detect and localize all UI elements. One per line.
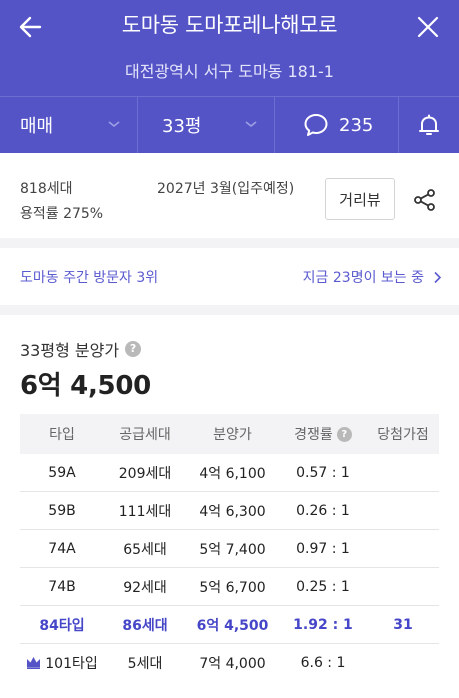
cell-competition: 0.57 : 1 [296, 464, 350, 481]
header-score: 당첨가점 [377, 427, 429, 443]
table-header: 타입 공급세대 분양가 경쟁률 ? 당첨가점 [20, 414, 439, 454]
table-row[interactable]: 74A 65세대 5억 7,400 0.97 : 1 [20, 530, 439, 568]
cell-supply: 111세대 [118, 503, 172, 520]
talk-button[interactable]: 235 [274, 97, 398, 153]
section-divider [0, 238, 459, 248]
cell-supply: 92세대 [123, 579, 167, 596]
cell-type: 74B [48, 578, 76, 595]
cell-type: 74A [48, 540, 76, 557]
visitor-rank-link[interactable]: 도마동 주간 방문자 3위 [20, 267, 158, 287]
chevron-down-icon [245, 121, 257, 128]
cell-competition: 0.25 : 1 [296, 578, 350, 595]
header-competition: 경쟁률 ? [279, 424, 367, 444]
header: 도마동 도마포레나해모로 대전광역시 서구 도마동 181-1 매매 33평 2… [0, 0, 459, 153]
talk-count: 235 [339, 114, 374, 136]
table-row[interactable]: 74B 92세대 5억 6,700 0.25 : 1 [20, 568, 439, 606]
cell-score: 31 [393, 616, 413, 633]
cell-supply: 86세대 [122, 617, 168, 634]
cell-price: 5억 6,700 [199, 579, 266, 596]
cell-type-with-crown: 101타입 [20, 653, 104, 673]
table-row[interactable]: 101타입 5세대 7억 4,000 6.6 : 1 [20, 644, 439, 682]
floor-area-ratio: 용적률 275% [20, 206, 104, 222]
cell-price: 7억 4,000 [199, 656, 266, 672]
complex-summary: 818세대 용적률 275% 2027년 3월(입주예정) 거리뷰 [0, 153, 459, 238]
table-row[interactable]: 59A 209세대 4억 6,100 0.57 : 1 [20, 454, 439, 492]
close-icon[interactable] [411, 10, 445, 44]
cell-supply: 65세대 [123, 541, 167, 558]
share-icon[interactable] [412, 187, 438, 213]
cell-type: 101타입 [45, 656, 98, 672]
cell-competition: 0.97 : 1 [296, 540, 350, 557]
distance-view-button[interactable]: 거리뷰 [325, 178, 395, 220]
move-in-date: 2027년 3월(입주예정) [157, 181, 295, 197]
cell-type: 84타입 [39, 617, 85, 634]
cell-price: 6억 4,500 [196, 617, 269, 634]
cell-competition: 0.26 : 1 [296, 502, 350, 519]
header-competition-label: 경쟁률 [294, 427, 333, 443]
deal-type-label: 매매 [20, 116, 54, 137]
speech-bubble-icon [304, 114, 328, 136]
cell-price: 4억 6,100 [199, 465, 266, 482]
address: 대전광역시 서구 도마동 181-1 [125, 62, 334, 81]
size-label: 33평 [162, 116, 202, 137]
section-divider [0, 305, 459, 315]
price-value: 6억 4,500 [20, 371, 151, 401]
cell-competition: 1.92 : 1 [293, 616, 353, 633]
help-icon[interactable]: ? [125, 341, 142, 357]
cell-type: 59B [48, 502, 76, 519]
header-price: 분양가 [213, 427, 252, 443]
notification-button[interactable] [398, 97, 459, 153]
chevron-right-icon [434, 271, 442, 283]
cell-price: 4억 6,300 [199, 503, 266, 520]
cell-price: 5억 7,400 [199, 541, 266, 558]
filter-bar: 매매 33평 235 [0, 97, 459, 153]
cell-supply: 209세대 [118, 465, 172, 482]
back-arrow-icon[interactable] [14, 10, 48, 44]
now-viewing-link[interactable]: 지금 23명이 보는 중 [303, 267, 442, 287]
cell-type: 59A [48, 464, 76, 481]
header-supply: 공급세대 [119, 427, 171, 443]
table-row[interactable]: 59B 111세대 4억 6,300 0.26 : 1 [20, 492, 439, 530]
price-label-text: 33평형 분양가 [20, 341, 120, 360]
cell-supply: 5세대 [127, 656, 163, 672]
cell-competition: 6.6 : 1 [300, 655, 346, 671]
page-title: 도마동 도마포레나해모로 [121, 13, 338, 37]
chevron-down-icon [108, 121, 120, 128]
crown-icon [27, 657, 41, 669]
households-count: 818세대 [20, 181, 73, 197]
supply-table: 타입 공급세대 분양가 경쟁률 ? 당첨가점 59A 209세대 4억 6,10… [20, 414, 439, 682]
now-viewing-text: 지금 23명이 보는 중 [302, 270, 424, 286]
table-row-selected[interactable]: 84타입 86세대 6억 4,500 1.92 : 1 31 [20, 606, 439, 644]
deal-type-dropdown[interactable]: 매매 [0, 97, 137, 153]
price-label: 33평형 분양가 ? [20, 337, 142, 361]
bell-icon [419, 114, 439, 135]
help-icon[interactable]: ? [336, 426, 352, 442]
visitor-stats: 도마동 주간 방문자 3위 지금 23명이 보는 중 [0, 248, 459, 305]
size-dropdown[interactable]: 33평 [137, 97, 274, 153]
header-type: 타입 [49, 427, 75, 443]
